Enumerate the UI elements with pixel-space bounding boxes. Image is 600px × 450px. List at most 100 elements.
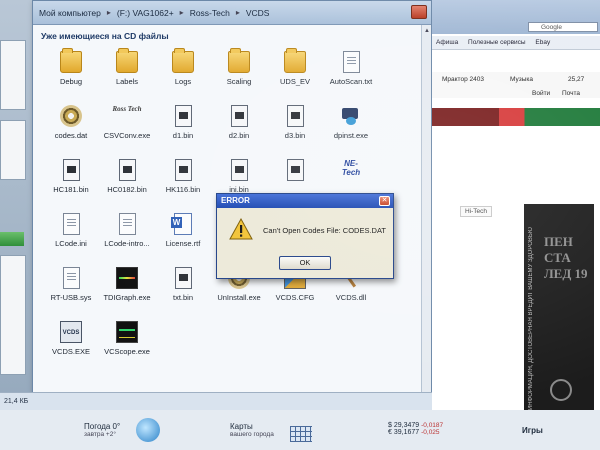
file-item[interactable]	[267, 159, 323, 185]
file-label: AutoScan.txt	[329, 77, 373, 86]
window-close-button[interactable]	[411, 5, 427, 19]
address-bar[interactable]: Мой компьютер ▸ (F:) VAG1062+ ▸ Ross-Tec…	[33, 1, 431, 25]
file-item[interactable]: HK116.bin	[155, 159, 211, 194]
file-label: Scaling	[226, 77, 252, 86]
breadcrumb-segment[interactable]: VCDS	[246, 8, 270, 18]
file-item[interactable]: TDIGraph.exe	[99, 267, 155, 302]
file-label: Logs	[174, 77, 192, 86]
bin-file-icon	[174, 159, 192, 181]
weather-subtitle: завтра +2°	[84, 431, 116, 438]
text-file-icon	[62, 213, 80, 235]
file-label: UnInstall.exe	[217, 293, 261, 302]
browser-search-field[interactable]: Google	[528, 22, 598, 32]
dialog-close-button[interactable]: ✕	[379, 196, 390, 206]
service-link[interactable]: Мрактор 2403	[442, 76, 484, 83]
file-label: License.rtf	[165, 239, 201, 248]
chevron-right-icon: ▸	[179, 8, 184, 17]
maps-widget[interactable]: Карты вашего города	[230, 422, 274, 438]
file-item[interactable]: d1.bin	[155, 105, 211, 140]
bookmark-item[interactable]: Афиша	[436, 39, 458, 46]
file-item[interactable]: VCScope.exe	[99, 321, 155, 356]
bin-file-icon	[286, 159, 304, 181]
folder-icon	[228, 48, 250, 73]
file-label: d3.bin	[284, 131, 306, 140]
file-item[interactable]: HC181.bin	[43, 159, 99, 194]
chevron-right-icon: ▸	[235, 8, 240, 17]
file-label: d2.bin	[228, 131, 250, 140]
scroll-up-icon[interactable]: ▲	[423, 27, 431, 35]
browser-window: Google Афиша Полезные сервисы Ebay Мракт…	[432, 0, 600, 414]
file-item[interactable]: NE-Tech	[323, 159, 379, 185]
vertical-scrollbar[interactable]: ▲ ▼	[421, 25, 431, 411]
file-item[interactable]: Scaling	[211, 48, 267, 86]
browser-service-links: Мрактор 2403 Музыка 25,27 Войти Почта	[432, 72, 600, 98]
breadcrumb-segment[interactable]: Мой компьютер	[39, 8, 101, 18]
word-icon	[171, 213, 192, 235]
bookmark-item[interactable]: Полезные сервисы	[468, 39, 526, 46]
maps-title: Карты	[230, 422, 253, 431]
file-item[interactable]: dpinst.exe	[323, 105, 379, 140]
bin-file-icon	[62, 159, 80, 181]
file-item[interactable]: txt.bin	[155, 267, 211, 302]
background-panel	[0, 120, 26, 180]
service-link[interactable]: 25,27	[568, 76, 584, 83]
file-item[interactable]: ini.bin	[211, 159, 267, 194]
file-label: HC181.bin	[53, 185, 89, 194]
dialog-title: ERROR	[217, 194, 393, 208]
usd-rate: $ 29,3479	[388, 422, 420, 429]
file-item[interactable]: VCDS VCDS.EXE	[43, 321, 99, 356]
file-label: UDS_EV	[279, 77, 310, 86]
file-item[interactable]: License.rtf	[155, 213, 211, 248]
eur-delta: -0,025	[421, 429, 440, 436]
weather-widget[interactable]: Погода 0° завтра +2°	[84, 422, 120, 438]
bin-file-icon	[118, 159, 136, 181]
folder-icon	[116, 48, 138, 73]
service-link[interactable]: Войти	[532, 90, 550, 97]
file-label: dpinst.exe	[333, 131, 369, 140]
file-item[interactable]: Labels	[99, 48, 155, 86]
file-item[interactable]: LCode-intro...	[99, 213, 155, 248]
file-item[interactable]: d3.bin	[267, 105, 323, 140]
file-item[interactable]: codes.dat	[43, 105, 99, 140]
ok-button[interactable]: OK	[279, 256, 331, 270]
text-file-icon	[62, 267, 80, 289]
file-label: VCDS.dll	[335, 293, 367, 302]
service-link[interactable]: Музыка	[510, 76, 533, 83]
file-item[interactable]: Debug	[43, 48, 99, 86]
browser-banner-bar	[432, 108, 600, 126]
file-item[interactable]: d2.bin	[211, 105, 267, 140]
file-item[interactable]: Logs	[155, 48, 211, 86]
file-item[interactable]: AutoScan.txt	[323, 51, 379, 86]
breadcrumb-segment[interactable]: Ross-Tech	[190, 8, 230, 18]
bookmark-item[interactable]: Ebay	[535, 39, 550, 46]
warning-icon	[229, 218, 253, 240]
folder-icon	[60, 48, 82, 73]
bin-file-icon	[286, 105, 304, 127]
breadcrumb-segment[interactable]: (F:) VAG1062+	[117, 8, 174, 18]
chevron-right-icon: ▸	[106, 8, 111, 17]
background-panel	[0, 255, 26, 375]
currency-widget[interactable]: $ 29,3479 -0,0187 € 39,1677 -0,025	[388, 422, 443, 436]
file-item[interactable]: HC0182.bin	[99, 159, 155, 194]
text-file-icon	[118, 213, 136, 235]
games-link[interactable]: Игры	[522, 426, 543, 435]
file-item[interactable]: RT-USB.sys	[43, 267, 99, 302]
service-link[interactable]: Почта	[562, 90, 580, 97]
news-ad-banner[interactable]: ИНФОРМАЦИЯ, ДОСТОВЕРНАЯ ВРЕДИТ ВАШЕМУ ЗД…	[524, 204, 594, 414]
file-label: LCode-intro...	[104, 239, 150, 248]
file-item[interactable]: UDS_EV	[267, 48, 323, 86]
folder-icon	[284, 48, 306, 73]
globe-icon	[136, 418, 160, 442]
bookmarks-bar: Афиша Полезные сервисы Ebay	[432, 36, 600, 50]
file-item[interactable]: LCode.ini	[43, 213, 99, 248]
file-label: RT-USB.sys	[50, 293, 92, 302]
background-panel	[0, 40, 26, 110]
banner-vertical-text: ИНФОРМАЦИЯ, ДОСТОВЕРНАЯ ВРЕДИТ ВАШЕМУ ЗД…	[528, 227, 534, 410]
background-green-bar	[0, 232, 24, 246]
file-item[interactable]: Ross Tech CSVConv.exe	[99, 105, 155, 140]
banner-headline: ПЕН СТА ЛЕД 19	[544, 234, 588, 281]
file-label: Labels	[115, 77, 139, 86]
bin-file-icon	[230, 159, 248, 181]
file-label: Debug	[59, 77, 83, 86]
hitech-link[interactable]: Hi-Tech	[460, 206, 493, 217]
